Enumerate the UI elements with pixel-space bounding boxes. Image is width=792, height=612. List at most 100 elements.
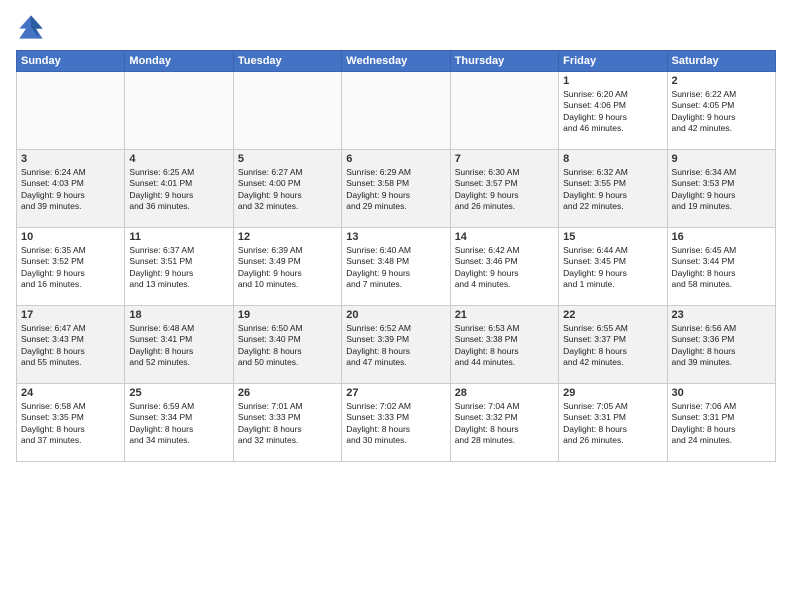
day-number: 5 bbox=[238, 153, 337, 165]
week-row-1: 1Sunrise: 6:20 AM Sunset: 4:06 PM Daylig… bbox=[17, 72, 776, 150]
day-number: 20 bbox=[346, 309, 445, 321]
table-cell: 6Sunrise: 6:29 AM Sunset: 3:58 PM Daylig… bbox=[342, 150, 450, 228]
table-cell bbox=[342, 72, 450, 150]
day-number: 22 bbox=[563, 309, 662, 321]
weekday-header-monday: Monday bbox=[125, 51, 233, 72]
day-info: Sunrise: 6:59 AM Sunset: 3:34 PM Dayligh… bbox=[129, 401, 228, 447]
day-number: 25 bbox=[129, 387, 228, 399]
day-info: Sunrise: 6:42 AM Sunset: 3:46 PM Dayligh… bbox=[455, 245, 554, 291]
day-info: Sunrise: 7:05 AM Sunset: 3:31 PM Dayligh… bbox=[563, 401, 662, 447]
table-cell: 29 Sunrise: 7:05 AM Sunset: 3:31 PM Dayli… bbox=[559, 384, 667, 462]
table-cell: 26 Sunrise: 7:01 AM Sunset: 3:33 PM Dayli… bbox=[233, 384, 341, 462]
table-cell: 20 Sunrise: 6:52 AM Sunset: 3:39 PM Dayli… bbox=[342, 306, 450, 384]
table-cell: 5 Sunrise: 6:27 AM Sunset: 4:00 PM Daylig… bbox=[233, 150, 341, 228]
week-row-2: 3 Sunrise: 6:24 AM Sunset: 4:03 PM Daylig… bbox=[17, 150, 776, 228]
day-number: 10 bbox=[21, 231, 120, 243]
table-cell: 22 Sunrise: 6:55 AM Sunset: 3:37 PM Dayli… bbox=[559, 306, 667, 384]
table-cell bbox=[233, 72, 341, 150]
table-cell: 13 Sunrise: 6:40 AM Sunset: 3:48 PM Dayli… bbox=[342, 228, 450, 306]
header bbox=[16, 12, 776, 42]
day-number: 28 bbox=[455, 387, 554, 399]
week-row-3: 10 Sunrise: 6:35 AM Sunset: 3:52 PM Dayli… bbox=[17, 228, 776, 306]
day-info: Sunrise: 7:01 AM Sunset: 3:33 PM Dayligh… bbox=[238, 401, 337, 447]
table-cell: 10 Sunrise: 6:35 AM Sunset: 3:52 PM Dayli… bbox=[17, 228, 125, 306]
day-info: Sunrise: 6:39 AM Sunset: 3:49 PM Dayligh… bbox=[238, 245, 337, 291]
table-cell: 3 Sunrise: 6:24 AM Sunset: 4:03 PM Daylig… bbox=[17, 150, 125, 228]
day-number: 14 bbox=[455, 231, 554, 243]
day-number: 24 bbox=[21, 387, 120, 399]
table-cell: 18 Sunrise: 6:48 AM Sunset: 3:41 PM Dayli… bbox=[125, 306, 233, 384]
table-cell: 21 Sunrise: 6:53 AM Sunset: 3:38 PM Dayli… bbox=[450, 306, 558, 384]
table-cell: 8 Sunrise: 6:32 AM Sunset: 3:55 PM Daylig… bbox=[559, 150, 667, 228]
weekday-header-wednesday: Wednesday bbox=[342, 51, 450, 72]
day-info: Sunrise: 6:45 AM Sunset: 3:44 PM Dayligh… bbox=[672, 245, 771, 291]
day-info: Sunrise: 6:29 AM Sunset: 3:58 PM Dayligh… bbox=[346, 167, 445, 213]
logo bbox=[16, 12, 50, 42]
day-number: 13 bbox=[346, 231, 445, 243]
day-info: Sunrise: 6:40 AM Sunset: 3:48 PM Dayligh… bbox=[346, 245, 445, 291]
day-number: 18 bbox=[129, 309, 228, 321]
day-info: Sunrise: 6:24 AM Sunset: 4:03 PM Dayligh… bbox=[21, 167, 120, 213]
day-info: Sunrise: 7:02 AM Sunset: 3:33 PM Dayligh… bbox=[346, 401, 445, 447]
weekday-header-thursday: Thursday bbox=[450, 51, 558, 72]
table-cell: 12 Sunrise: 6:39 AM Sunset: 3:49 PM Dayli… bbox=[233, 228, 341, 306]
day-number: 19 bbox=[238, 309, 337, 321]
table-cell: 2 Sunrise: 6:22 AM Sunset: 4:05 PM Daylig… bbox=[667, 72, 775, 150]
weekday-header-friday: Friday bbox=[559, 51, 667, 72]
table-cell: 30 Sunrise: 7:06 AM Sunset: 3:31 PM Dayli… bbox=[667, 384, 775, 462]
table-cell: 25 Sunrise: 6:59 AM Sunset: 3:34 PM Dayli… bbox=[125, 384, 233, 462]
day-number: 15 bbox=[563, 231, 662, 243]
day-info: Sunrise: 6:32 AM Sunset: 3:55 PM Dayligh… bbox=[563, 167, 662, 213]
table-cell: 14 Sunrise: 6:42 AM Sunset: 3:46 PM Dayli… bbox=[450, 228, 558, 306]
page: SundayMondayTuesdayWednesdayThursdayFrid… bbox=[0, 0, 792, 612]
day-number: 8 bbox=[563, 153, 662, 165]
weekday-header-saturday: Saturday bbox=[667, 51, 775, 72]
day-info: Sunrise: 6:55 AM Sunset: 3:37 PM Dayligh… bbox=[563, 323, 662, 369]
day-info: Sunrise: 6:50 AM Sunset: 3:40 PM Dayligh… bbox=[238, 323, 337, 369]
day-number: 29 bbox=[563, 387, 662, 399]
day-info: Sunrise: 7:04 AM Sunset: 3:32 PM Dayligh… bbox=[455, 401, 554, 447]
calendar: SundayMondayTuesdayWednesdayThursdayFrid… bbox=[16, 50, 776, 462]
day-number: 12 bbox=[238, 231, 337, 243]
day-info: Sunrise: 6:48 AM Sunset: 3:41 PM Dayligh… bbox=[129, 323, 228, 369]
day-info: Sunrise: 6:53 AM Sunset: 3:38 PM Dayligh… bbox=[455, 323, 554, 369]
table-cell: 7Sunrise: 6:30 AM Sunset: 3:57 PM Daylig… bbox=[450, 150, 558, 228]
day-number: 27 bbox=[346, 387, 445, 399]
day-number: 1 bbox=[563, 75, 662, 87]
table-cell: 9Sunrise: 6:34 AM Sunset: 3:53 PM Daylig… bbox=[667, 150, 775, 228]
day-number: 4 bbox=[129, 153, 228, 165]
day-info: Sunrise: 6:25 AM Sunset: 4:01 PM Dayligh… bbox=[129, 167, 228, 213]
table-cell: 19 Sunrise: 6:50 AM Sunset: 3:40 PM Dayli… bbox=[233, 306, 341, 384]
table-cell: 1Sunrise: 6:20 AM Sunset: 4:06 PM Daylig… bbox=[559, 72, 667, 150]
table-cell: 17Sunrise: 6:47 AM Sunset: 3:43 PM Dayli… bbox=[17, 306, 125, 384]
day-info: Sunrise: 6:58 AM Sunset: 3:35 PM Dayligh… bbox=[21, 401, 120, 447]
day-info: Sunrise: 6:44 AM Sunset: 3:45 PM Dayligh… bbox=[563, 245, 662, 291]
day-info: Sunrise: 7:06 AM Sunset: 3:31 PM Dayligh… bbox=[672, 401, 771, 447]
week-row-4: 17Sunrise: 6:47 AM Sunset: 3:43 PM Dayli… bbox=[17, 306, 776, 384]
logo-icon bbox=[16, 12, 46, 42]
day-number: 21 bbox=[455, 309, 554, 321]
day-info: Sunrise: 6:37 AM Sunset: 3:51 PM Dayligh… bbox=[129, 245, 228, 291]
day-number: 26 bbox=[238, 387, 337, 399]
day-number: 30 bbox=[672, 387, 771, 399]
table-cell: 27 Sunrise: 7:02 AM Sunset: 3:33 PM Dayli… bbox=[342, 384, 450, 462]
day-info: Sunrise: 6:30 AM Sunset: 3:57 PM Dayligh… bbox=[455, 167, 554, 213]
week-row-5: 24 Sunrise: 6:58 AM Sunset: 3:35 PM Dayli… bbox=[17, 384, 776, 462]
day-number: 9 bbox=[672, 153, 771, 165]
table-cell: 16Sunrise: 6:45 AM Sunset: 3:44 PM Dayli… bbox=[667, 228, 775, 306]
day-number: 2 bbox=[672, 75, 771, 87]
weekday-header-sunday: Sunday bbox=[17, 51, 125, 72]
table-cell bbox=[450, 72, 558, 150]
day-number: 3 bbox=[21, 153, 120, 165]
day-info: Sunrise: 6:27 AM Sunset: 4:00 PM Dayligh… bbox=[238, 167, 337, 213]
weekday-header-tuesday: Tuesday bbox=[233, 51, 341, 72]
day-info: Sunrise: 6:52 AM Sunset: 3:39 PM Dayligh… bbox=[346, 323, 445, 369]
day-info: Sunrise: 6:47 AM Sunset: 3:43 PM Dayligh… bbox=[21, 323, 120, 369]
table-cell: 4 Sunrise: 6:25 AM Sunset: 4:01 PM Daylig… bbox=[125, 150, 233, 228]
day-info: Sunrise: 6:22 AM Sunset: 4:05 PM Dayligh… bbox=[672, 89, 771, 135]
day-info: Sunrise: 6:35 AM Sunset: 3:52 PM Dayligh… bbox=[21, 245, 120, 291]
day-number: 11 bbox=[129, 231, 228, 243]
day-info: Sunrise: 6:56 AM Sunset: 3:36 PM Dayligh… bbox=[672, 323, 771, 369]
table-cell bbox=[125, 72, 233, 150]
day-number: 23 bbox=[672, 309, 771, 321]
